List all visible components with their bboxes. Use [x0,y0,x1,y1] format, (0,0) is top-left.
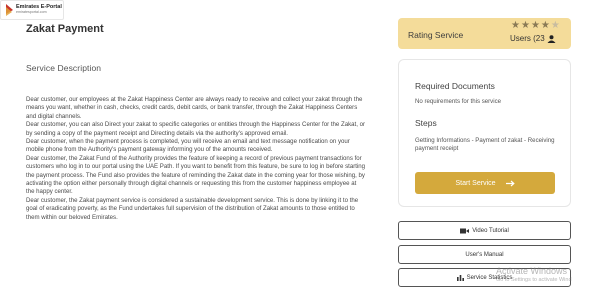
activate-windows-watermark: Activate Windows Go to Settings to activ… [496,266,572,283]
video-tutorial-label: Video Tutorial [472,227,509,234]
description-paragraph: Dear customer, our employees at the Zaka… [26,96,363,120]
service-description-body: Dear customer, our employees at the Zaka… [26,96,366,222]
rating-panel: Rating Service ★ ★ ★ ★ ★ Users (23 [398,18,571,49]
rating-label: Rating Service [408,30,464,40]
rating-stars[interactable]: ★ ★ ★ ★ ★ [511,21,560,31]
description-paragraph: Dear customer, the Zakat Fund of the Aut… [26,154,366,196]
start-service-button[interactable]: Start Service [415,172,555,194]
service-description-heading: Service Description [26,63,102,73]
description-paragraph: Dear customer, you can also Direct your … [26,121,366,137]
users-manual-button[interactable]: User's Manual [398,245,571,264]
start-service-label: Start Service [455,179,496,187]
service-info-card: Required Documents No requirements for t… [398,59,571,207]
star-icon[interactable]: ★ [541,21,550,31]
description-paragraph: Dear customer, when the payment process … [26,138,350,154]
arrow-right-icon [505,180,515,186]
users-count: Users (23 [510,34,556,43]
user-icon [547,34,556,43]
users-count-text: Users (23 [510,34,545,43]
watermark-line-2: Go to Settings to activate Wind [496,277,572,283]
emirates-eportal-logo[interactable]: Emirates E-Portal emiratesportal.com [0,0,64,20]
star-icon[interactable]: ★ [511,21,520,31]
users-manual-label: User's Manual [465,251,504,258]
logo-subtitle: emiratesportal.com [16,9,47,14]
star-icon[interactable]: ★ [521,21,530,31]
chart-icon [456,275,464,281]
required-documents-text: No requirements for this service [415,98,502,105]
steps-text: Getting Informations - Payment of zakat … [415,137,555,153]
watermark-line-1: Activate Windows [496,266,568,276]
page-title: Zakat Payment [26,23,104,35]
required-documents-heading: Required Documents [415,81,495,91]
description-paragraph: Dear customer, the Zakat payment service… [26,196,359,221]
star-icon[interactable]: ★ [531,21,540,31]
steps-heading: Steps [415,118,437,128]
star-icon[interactable]: ★ [551,21,560,31]
logo-mark-icon [4,3,14,17]
video-tutorial-button[interactable]: Video Tutorial [398,221,571,240]
video-icon [460,228,470,233]
